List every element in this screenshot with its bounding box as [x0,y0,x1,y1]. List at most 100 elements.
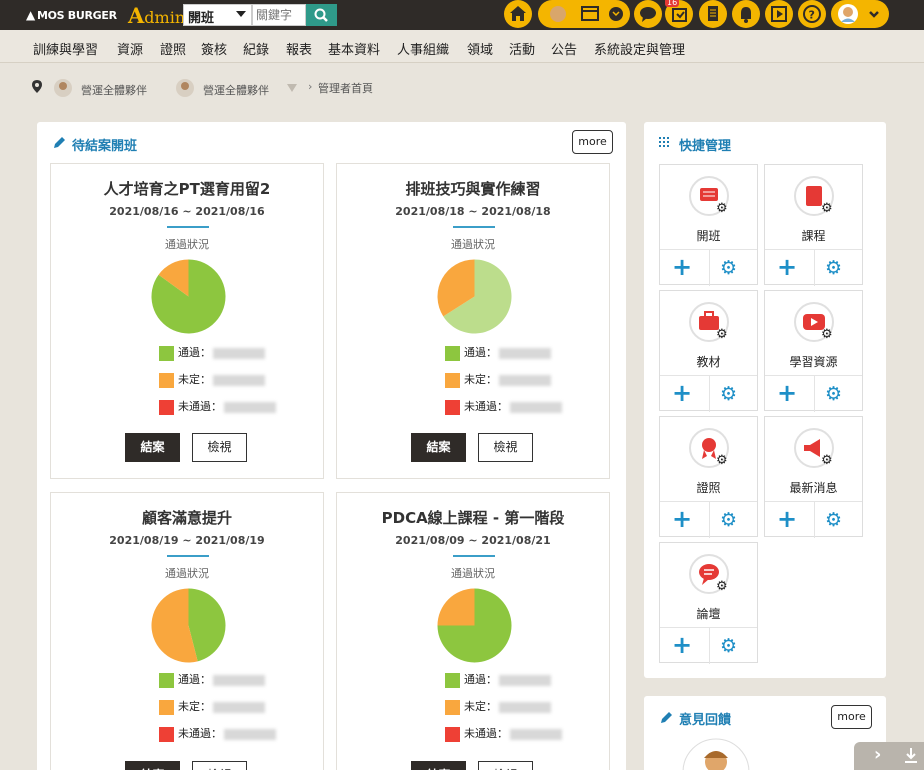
menu-item[interactable]: 基本資料 [328,39,380,58]
redacted-count [510,401,562,413]
menu-item[interactable]: 證照 [160,39,186,58]
settings-icon[interactable]: ⚙ [720,635,737,657]
legend-label: 未定： [464,700,497,713]
role-switcher[interactable] [538,0,630,28]
pie-slice-pending [437,588,475,626]
quick-tile-class: ⚙ 開班 + ⚙ [659,164,758,286]
add-icon[interactable]: + [672,254,692,280]
menu-item[interactable]: 報表 [286,39,312,58]
legend-swatch [159,699,174,715]
search-button[interactable] [306,4,337,26]
quick-tile-course: ⚙ 課程 + ⚙ [764,164,863,286]
inbox-button[interactable]: 16 [665,0,693,28]
add-icon[interactable]: + [777,506,797,532]
close-class-button[interactable]: 結案 [125,761,180,770]
search-input[interactable] [252,4,306,26]
close-class-button[interactable]: 結案 [411,761,466,770]
breadcrumb-item[interactable]: 營運全體夥伴 [81,82,147,98]
group-avatar-icon [54,79,72,97]
close-class-button[interactable]: 結案 [125,433,180,462]
view-class-button[interactable]: 檢視 [478,761,533,770]
legend-pending: 未定： [159,371,265,388]
legend-pass: 通過： [445,671,551,688]
legend-swatch [445,345,460,361]
chevron-right-icon[interactable]: › [874,744,881,765]
gear-icon: ⚙ [821,327,833,342]
mos-logo-icon: ▲ [26,8,35,22]
breadcrumb-item[interactable]: 營運全體夥伴 [203,82,269,98]
brand-logo[interactable]: ▲ MOS BURGER [26,8,117,22]
pass-status-pie [151,588,226,663]
more-button[interactable]: more [831,705,872,729]
pass-status-label: 通過狀況 [165,567,209,580]
tile-label: 學習資源 [789,355,838,369]
brand-text: MOS BURGER [36,9,117,22]
menu-item[interactable]: 訓練與學習 [33,39,98,58]
search-scope-select[interactable]: 開班 [183,4,252,26]
add-icon[interactable]: + [672,380,692,406]
more-button[interactable]: more [572,130,613,154]
pending-classes-panel: 待結案開班 more 人才培育之PT選育用留2 2021/08/16 ~ 202… [37,122,626,770]
help-icon: ? [803,5,821,23]
feedback-panel: 意見回饋 more [644,696,886,770]
grid-icon [659,137,669,147]
course-dates: 2021/08/19 ~ 2021/08/19 [109,534,265,547]
redacted-count [213,674,265,686]
settings-icon[interactable]: ⚙ [720,509,737,531]
settings-icon[interactable]: ⚙ [720,383,737,405]
pass-status-label: 通過狀況 [451,567,495,580]
breadcrumb-separator: › [308,80,313,93]
group-avatar-icon [176,79,194,97]
tile-label: 論壇 [696,607,721,621]
menu-item[interactable]: 簽核 [201,39,227,58]
menu-item[interactable]: 系統設定與管理 [594,39,685,58]
quick-tile-news: ⚙ 最新消息 + ⚙ [764,416,863,538]
user-menu[interactable] [831,0,889,28]
settings-icon[interactable]: ⚙ [825,257,842,279]
redacted-count [213,347,265,359]
media-button[interactable] [765,0,793,28]
settings-icon[interactable]: ⚙ [825,383,842,405]
legend-pending: 未定： [445,371,551,388]
legend-fail: 未通過： [159,398,276,415]
view-class-button[interactable]: 檢視 [478,433,533,462]
document-button[interactable] [699,0,727,28]
help-button[interactable]: ? [798,0,826,28]
menu-item[interactable]: 資源 [117,39,143,58]
bell-button[interactable] [732,0,760,28]
view-class-button[interactable]: 檢視 [192,433,247,462]
pencil-icon [54,137,65,148]
legend-swatch [159,345,174,361]
close-class-button[interactable]: 結案 [411,433,466,462]
add-icon[interactable]: + [672,506,692,532]
chat-button[interactable] [634,0,662,28]
gear-icon: ⚙ [716,201,728,216]
chevron-down-icon[interactable] [287,84,297,92]
menu-item[interactable]: 活動 [509,39,535,58]
pass-status-pie [437,259,512,334]
media-icon [771,6,787,22]
settings-icon[interactable]: ⚙ [825,509,842,531]
legend-pass: 通過： [445,344,551,361]
menu-item[interactable]: 領域 [467,39,493,58]
quick-manage-panel: 快捷管理 ⚙ 開班 + ⚙ ⚙ 課程 + ⚙ ⚙ 教材 + ⚙ ⚙ 學習資源 + ⚙ ⚙… [644,122,886,678]
course-title: 排班技巧與實作練習 [405,180,541,198]
legend-label: 未通過： [178,400,222,413]
settings-icon[interactable]: ⚙ [720,257,737,279]
panel-title: 意見回饋 [679,713,732,728]
add-icon[interactable]: + [777,254,797,280]
add-icon[interactable]: + [672,632,692,658]
home-button[interactable] [504,0,532,28]
menu-item[interactable]: 紀錄 [243,39,269,58]
download-icon[interactable] [904,748,918,764]
redacted-count [510,728,562,740]
admin-logo: Admin [128,3,186,28]
legend-label: 未通過： [178,727,222,740]
panel-title: 待結案開班 [72,139,138,154]
add-icon[interactable]: + [777,380,797,406]
panel-title: 快捷管理 [679,139,732,154]
menu-item[interactable]: 公告 [551,39,577,58]
view-class-button[interactable]: 檢視 [192,761,247,770]
quick-tile-certificate: ⚙ 證照 + ⚙ [659,416,758,538]
menu-item[interactable]: 人事組織 [397,39,449,58]
